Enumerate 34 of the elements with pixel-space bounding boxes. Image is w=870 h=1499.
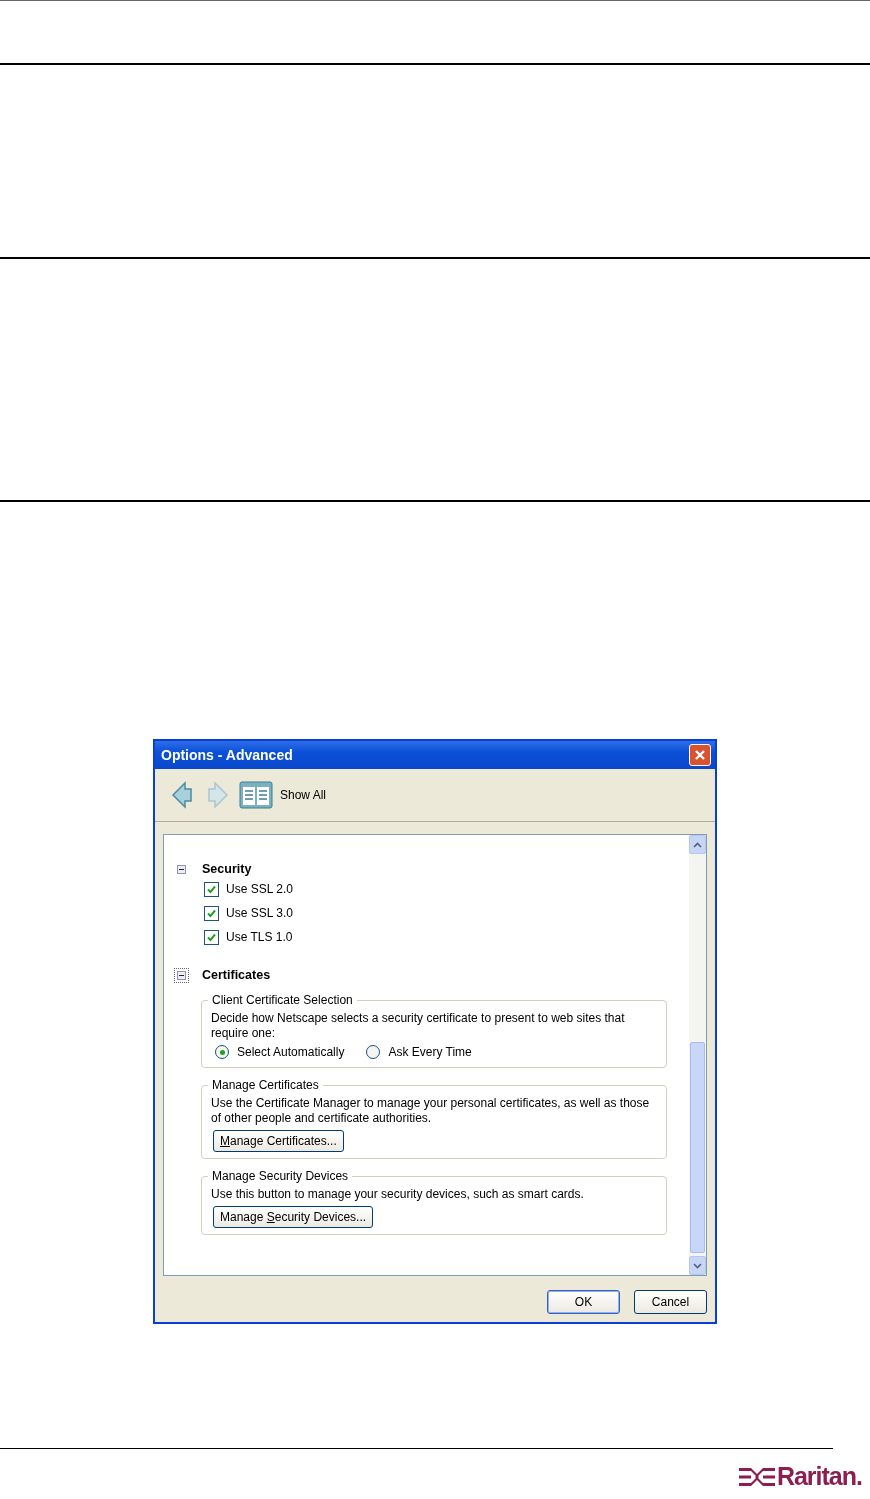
section-heading: Certificates	[202, 968, 271, 982]
back-icon[interactable]	[171, 781, 195, 809]
panels-icon	[239, 781, 273, 809]
checkbox[interactable]	[204, 929, 219, 945]
radio-button[interactable]	[215, 1045, 229, 1059]
scroll-up-icon[interactable]	[689, 835, 706, 854]
group-title: Client Certificate Selection	[211, 993, 354, 1007]
group-description: Use this button to manage your security devices, such as smart cards.	[211, 1187, 585, 1202]
scroll-down-icon[interactable]	[689, 1256, 706, 1275]
manage-button[interactable]: Manage Certificates...	[213, 1130, 344, 1152]
brand-name: Raritan.	[776, 1462, 862, 1491]
collapse-icon[interactable]	[174, 967, 189, 983]
group-title: Manage Security Devices	[211, 1169, 350, 1183]
checkbox-label: Use TLS 1.0	[226, 930, 293, 944]
checkbox-label: Use SSL 3.0	[226, 906, 293, 920]
manage-button[interactable]: Manage Security Devices...	[213, 1206, 374, 1228]
window-title: Options - Advanced	[161, 747, 293, 763]
dialog-button[interactable]: OK	[547, 1290, 620, 1314]
checkbox[interactable]	[204, 881, 219, 897]
logo-icon	[738, 1465, 775, 1488]
radio-label: Ask Every Time	[388, 1045, 472, 1059]
scrollbar[interactable]	[689, 835, 706, 1275]
radio-label: Select Automatically	[237, 1045, 345, 1059]
close-button[interactable]	[689, 744, 711, 766]
dialog-button[interactable]: Cancel	[634, 1290, 707, 1314]
section-heading: Security	[202, 862, 252, 876]
show-all-button[interactable]: Show All	[239, 781, 327, 809]
checkbox-label: Use SSL 2.0	[226, 882, 293, 896]
checkbox[interactable]	[204, 905, 219, 921]
close-icon	[693, 748, 707, 762]
group-description: Decide how Netscape selects a security certificate to present to web sites that require one:	[211, 1011, 626, 1041]
radio-button[interactable]	[366, 1045, 381, 1059]
group-title: Manage Certificates	[211, 1078, 320, 1092]
group-description: Use the Certificate Manager to manage your personal certificates, as well as those of other people and certificate authorities.	[211, 1096, 651, 1126]
